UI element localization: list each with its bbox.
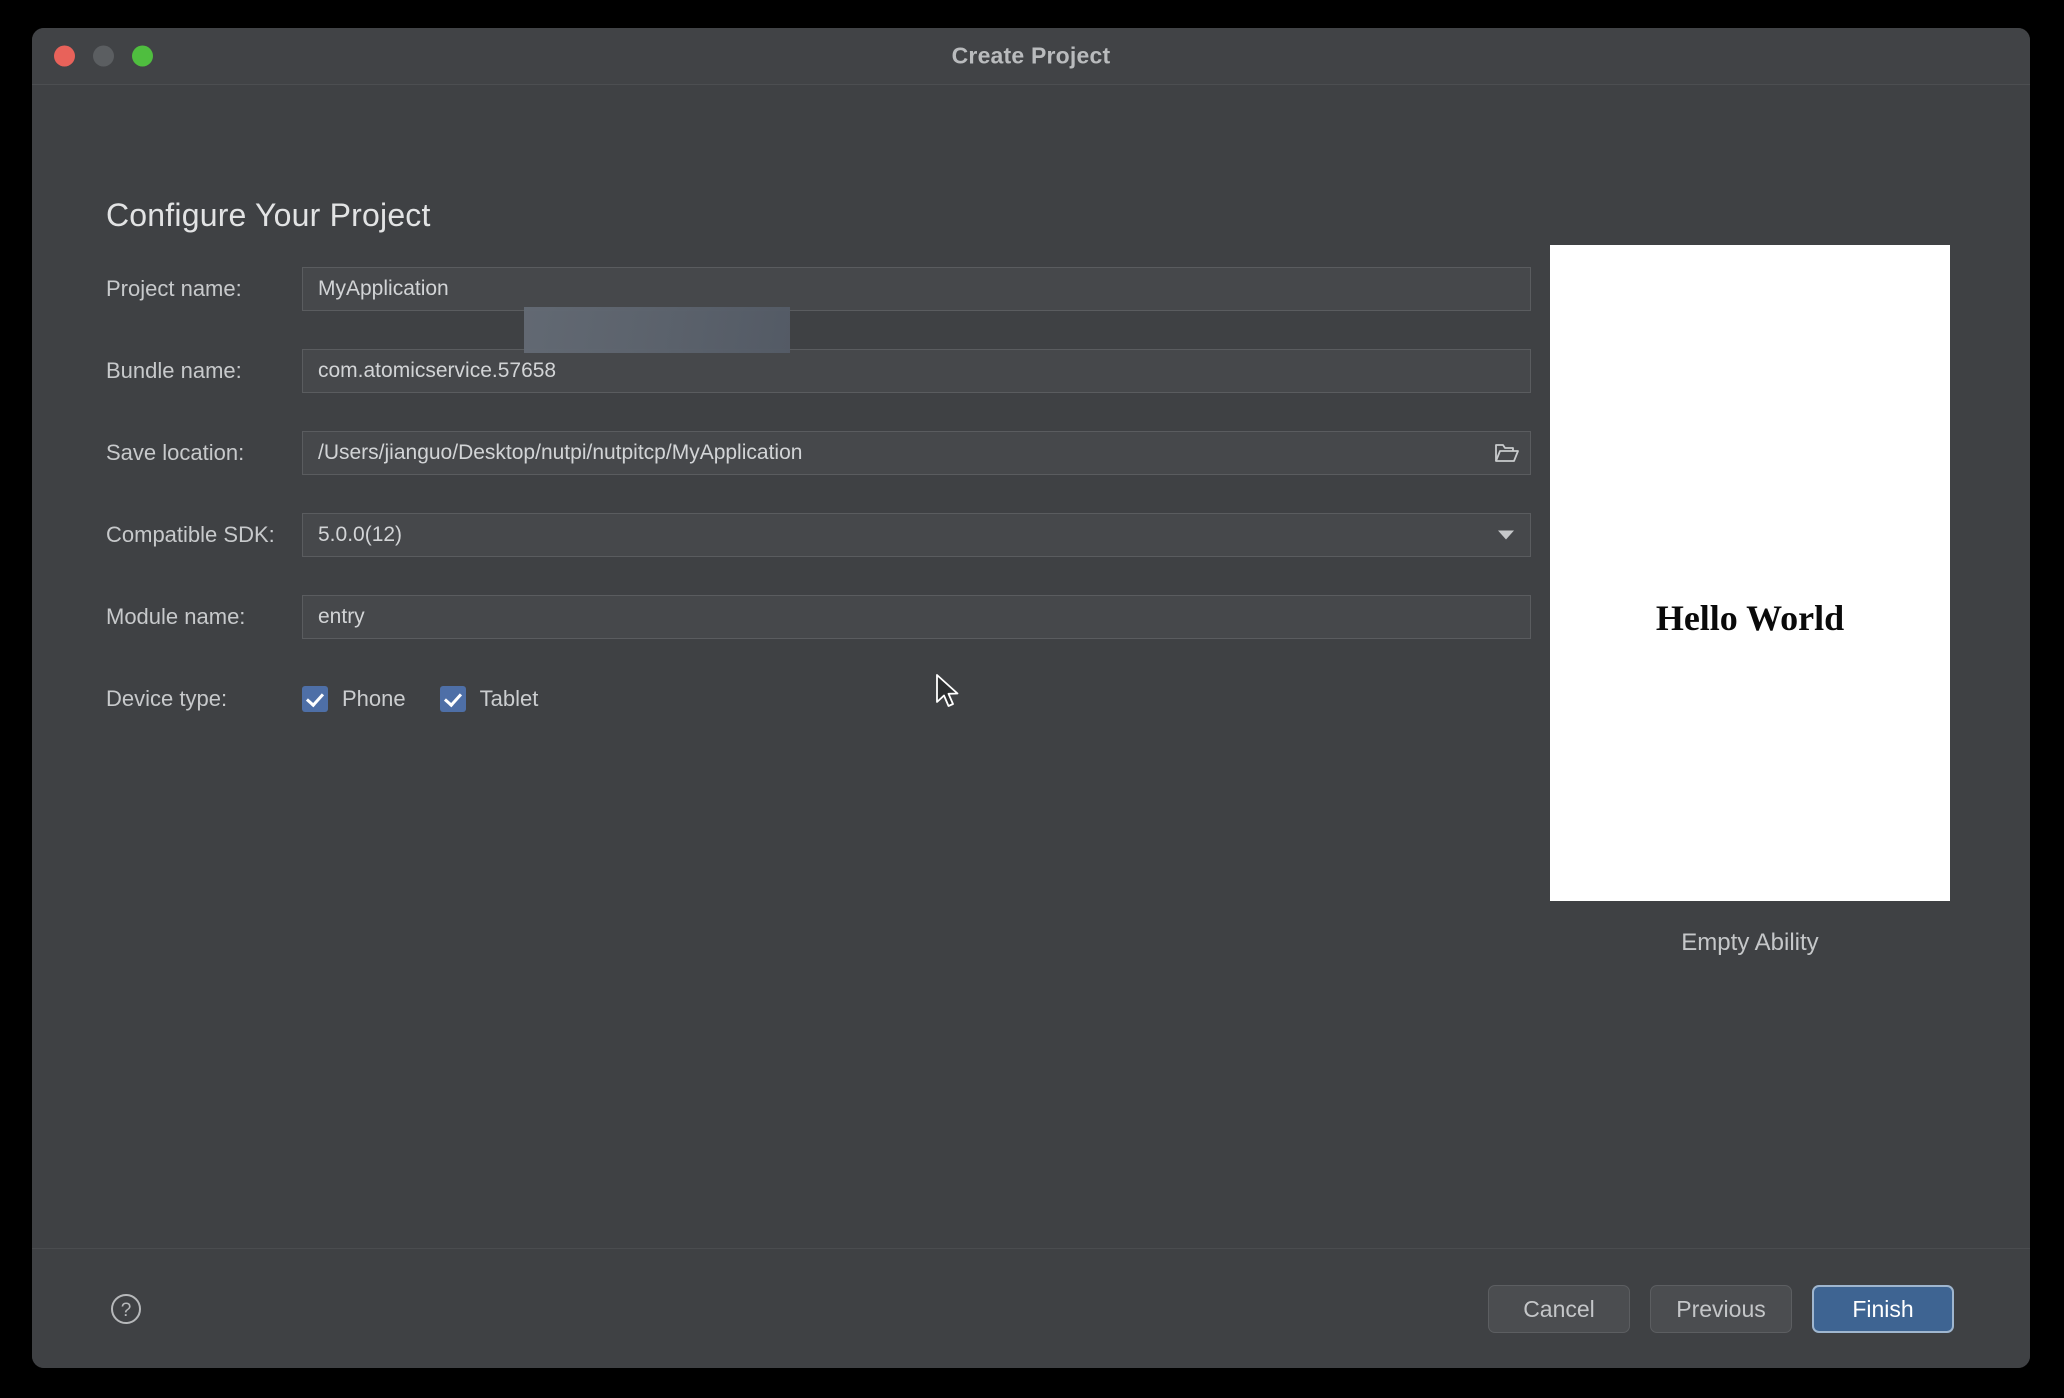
form-row-save-location: Save location: /Users/jianguo/Desktop/nu… xyxy=(106,431,1531,475)
form-row-module-name: Module name: entry xyxy=(106,595,1531,639)
open-folder-icon xyxy=(1495,444,1519,462)
bundle-name-value: com.atomicservice.57658 xyxy=(318,359,557,382)
save-location-value: /Users/jianguo/Desktop/nutpi/nutpitcp/My… xyxy=(318,441,803,464)
footer-button-group: Cancel Previous Finish xyxy=(1488,1285,1954,1333)
project-name-label: Project name: xyxy=(106,276,242,301)
page-title: Configure Your Project xyxy=(106,197,431,233)
window-title: Create Project xyxy=(951,42,1111,69)
phone-checkbox[interactable] xyxy=(302,686,328,712)
tablet-checkbox-label: Tablet xyxy=(479,686,539,711)
project-config-form: Project name: MyApplication Bundle name:… xyxy=(106,267,1531,759)
chevron-down-icon xyxy=(1498,530,1514,540)
compatible-sdk-value: 5.0.0(12) xyxy=(318,523,403,546)
bundle-name-input[interactable]: com.atomicservice.57658 xyxy=(302,349,1531,393)
dialog-body: Configure Your Project Project name: MyA… xyxy=(32,85,2030,1248)
preview-screen-text: Hello World xyxy=(1655,598,1845,638)
form-row-device-type: Device type: Phone Tablet xyxy=(106,677,1531,721)
device-type-option-phone[interactable]: Phone xyxy=(302,686,406,712)
question-mark-circle-icon: ? xyxy=(111,1294,141,1324)
phone-preview-canvas: Hello World xyxy=(1550,245,1950,901)
form-row-compatible-sdk: Compatible SDK: 5.0.0(12) xyxy=(106,513,1531,557)
svg-text:?: ? xyxy=(121,1300,132,1321)
screen-root: Create Project Configure Your Project Pr… xyxy=(0,0,2064,1398)
form-row-project-name: Project name: MyApplication xyxy=(106,267,1531,311)
device-type-options: Phone Tablet xyxy=(302,686,538,712)
create-project-dialog: Create Project Configure Your Project Pr… xyxy=(32,28,2030,1368)
module-name-value: entry xyxy=(318,605,365,628)
template-preview-panel: Hello World Empty Ability xyxy=(1550,245,1950,957)
save-location-input[interactable]: /Users/jianguo/Desktop/nutpi/nutpitcp/My… xyxy=(302,431,1531,475)
module-name-label: Module name: xyxy=(106,604,246,629)
window-titlebar: Create Project xyxy=(32,28,2030,85)
project-name-input[interactable]: MyApplication xyxy=(302,267,1531,311)
project-name-value: MyApplication xyxy=(318,277,449,300)
module-name-input[interactable]: entry xyxy=(302,595,1531,639)
preview-caption: Empty Ability xyxy=(1681,929,1819,956)
previous-button[interactable]: Previous xyxy=(1650,1285,1792,1333)
browse-folder-button[interactable] xyxy=(1484,432,1530,474)
finish-button[interactable]: Finish xyxy=(1812,1285,1954,1333)
save-location-label: Save location: xyxy=(106,440,245,465)
tablet-checkbox[interactable] xyxy=(439,686,466,712)
dialog-footer: ? Cancel Previous Finish xyxy=(32,1248,2030,1368)
device-type-option-tablet[interactable]: Tablet xyxy=(439,686,539,712)
compatible-sdk-label: Compatible SDK: xyxy=(106,522,275,547)
bundle-name-label: Bundle name: xyxy=(106,358,242,383)
device-type-label: Device type: xyxy=(106,686,228,711)
form-row-bundle-name: Bundle name: com.atomicservice.57658 xyxy=(106,349,1531,393)
compatible-sdk-select[interactable]: 5.0.0(12) xyxy=(302,513,1531,557)
help-button[interactable]: ? xyxy=(106,1289,146,1329)
phone-checkbox-label: Phone xyxy=(342,686,406,711)
cancel-button[interactable]: Cancel xyxy=(1488,1285,1630,1333)
